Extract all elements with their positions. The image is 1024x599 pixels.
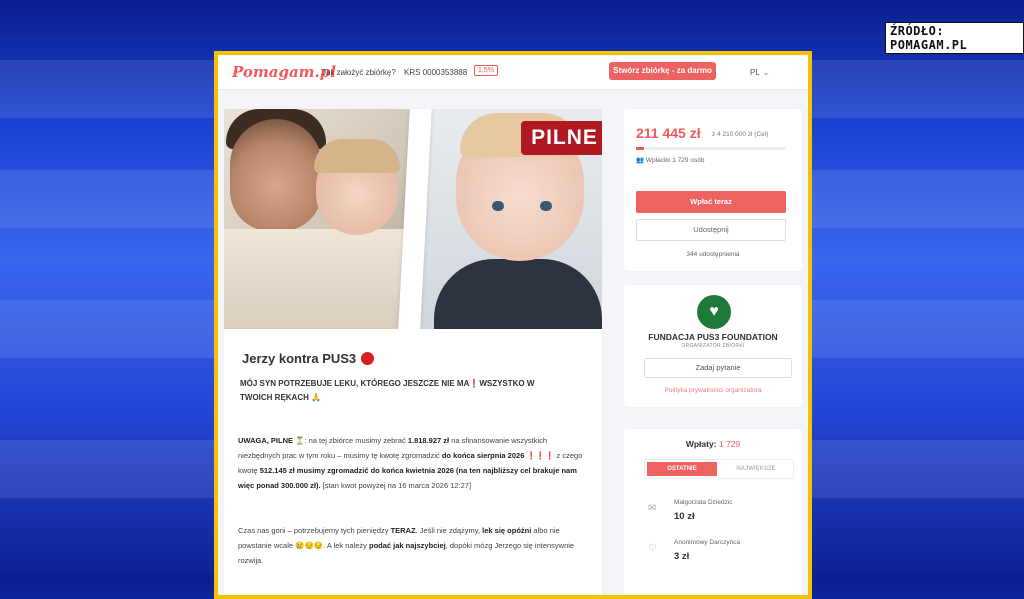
progress-fill	[636, 147, 644, 150]
chevron-down-icon: ⌄	[762, 68, 770, 77]
red-circle-icon	[361, 352, 375, 365]
language-label: PL	[750, 68, 760, 77]
foundation-logo-icon: ♥	[697, 295, 731, 329]
campaign-title: Jerzy kontra PUS3	[242, 351, 375, 366]
share-button[interactable]: Udostępnij	[636, 219, 786, 241]
text-span: do końca sierpnia 2026 ❗❗❗	[441, 451, 555, 460]
donations-label: Wpłaty:	[685, 439, 717, 449]
donations-tabs: OSTATNIE NAJWIĘKSZE	[644, 459, 794, 479]
message-icon: ✉	[648, 503, 657, 514]
text-span: 1.818.927 zł	[407, 436, 450, 445]
payers-count: 👥 Wpłaciło 1 729 osób	[636, 156, 704, 164]
source-label: ŹRÓDŁO: POMAGAM.PL	[885, 22, 1024, 54]
donor-name: Małgorzata Dziedzic	[674, 499, 733, 506]
people-icon: 👥	[636, 157, 645, 164]
description-paragraph: UWAGA, PILNE ⏳: na tej zbiórce musimy ze…	[238, 433, 590, 493]
photo-detail	[540, 201, 552, 211]
payers-text: Wpłaciło 1 729 osób	[645, 157, 705, 164]
goal-amount: z 4 210 000 zł (Cel)	[712, 131, 769, 138]
create-fundraiser-button[interactable]: Stwórz zbiórkę - za darmo	[609, 62, 716, 80]
donation-item: ✉ Małgorzata Dziedzic 10 zł	[644, 499, 794, 525]
campaign-subtitle: MÓJ SYN POTRZEBUJE LEKU, KTÓREGO JESZCZE…	[240, 379, 535, 402]
browser-frame: Pomagam.pl Jak założyć zbiórkę? KRS 0000…	[214, 51, 812, 599]
top-nav-bar: Pomagam.pl Jak założyć zbiórkę? KRS 0000…	[218, 55, 808, 90]
krs-number: KRS 0000353888	[404, 68, 468, 77]
photo-detail	[492, 201, 504, 211]
progress-bar	[636, 147, 786, 150]
urgent-badge: PILNE	[521, 121, 602, 155]
campaign-description: Jerzy kontra PUS3 MÓJ SYN POTRZEBUJE LEK…	[224, 329, 602, 595]
amount-raised: 211 445 zł	[636, 125, 701, 141]
text-span: UWAGA, PILNE ⏳	[238, 436, 305, 445]
organizer-name[interactable]: FUNDACJA PUS3 FOUNDATION	[624, 332, 802, 342]
donations-count: 1 729	[718, 439, 741, 449]
shares-count: 344 udostępnienia	[686, 251, 740, 258]
fundraiser-summary-card: 211 445 zł z 4 210 000 zł (Cel) 👥 Wpłaci…	[624, 109, 802, 271]
photo-detail	[224, 229, 414, 329]
language-selector[interactable]: PL ⌄	[750, 68, 770, 77]
text-span: Czas nas goni – potrzebujemy tych pienię…	[238, 526, 391, 535]
donate-now-button[interactable]: Wpłać teraz	[636, 191, 786, 213]
donations-title: Wpłaty: 1 729	[624, 439, 802, 449]
text-span: podać jak najszybciej	[369, 541, 446, 550]
heart-hand-icon: ♡	[648, 543, 657, 554]
percent-badge[interactable]: 1,5%	[474, 65, 498, 76]
donation-item: ♡ Anonimowy Darczyńca 3 zł	[644, 539, 794, 565]
photo-detail	[434, 259, 602, 329]
photo-detail	[230, 119, 322, 231]
text-span: [stan kwot powyżej na 16 marca 2026 12:2…	[320, 481, 472, 490]
organizer-role: ORGANIZATOR ZBIÓRKI	[681, 343, 745, 349]
donations-card: Wpłaty: 1 729 OSTATNIE NAJWIĘKSZE ✉ Małg…	[624, 429, 802, 595]
text-span: TERAZ	[390, 526, 416, 535]
text-span: : na tej zbiórce musimy zebrać	[304, 436, 408, 445]
site-logo[interactable]: Pomagam.pl	[232, 63, 336, 81]
privacy-policy-link[interactable]: Polityka prywatności organizatora	[624, 387, 802, 394]
ask-question-button[interactable]: Zadaj pytanie	[644, 358, 792, 378]
text-span: . Jeśli nie zdążymy,	[415, 526, 483, 535]
donation-amount: 3 zł	[674, 551, 690, 562]
tab-largest[interactable]: NAJWIĘKSZE	[721, 462, 791, 476]
description-paragraph: Czas nas goni – potrzebujemy tych pienię…	[238, 523, 590, 568]
text-span: lek się opóźni	[482, 526, 532, 535]
photo-detail	[314, 139, 400, 173]
tab-recent[interactable]: OSTATNIE	[647, 462, 717, 476]
campaign-title-text: Jerzy kontra PUS3	[242, 351, 357, 366]
donor-name: Anonimowy Darczyńca	[674, 539, 741, 546]
campaign-photo: PILNE	[224, 109, 602, 329]
how-to-create-link[interactable]: Jak założyć zbiórkę?	[322, 68, 396, 77]
donation-amount: 10 zł	[674, 511, 695, 522]
organizer-card: ♥ FUNDACJA PUS3 FOUNDATION ORGANIZATOR Z…	[624, 285, 802, 407]
